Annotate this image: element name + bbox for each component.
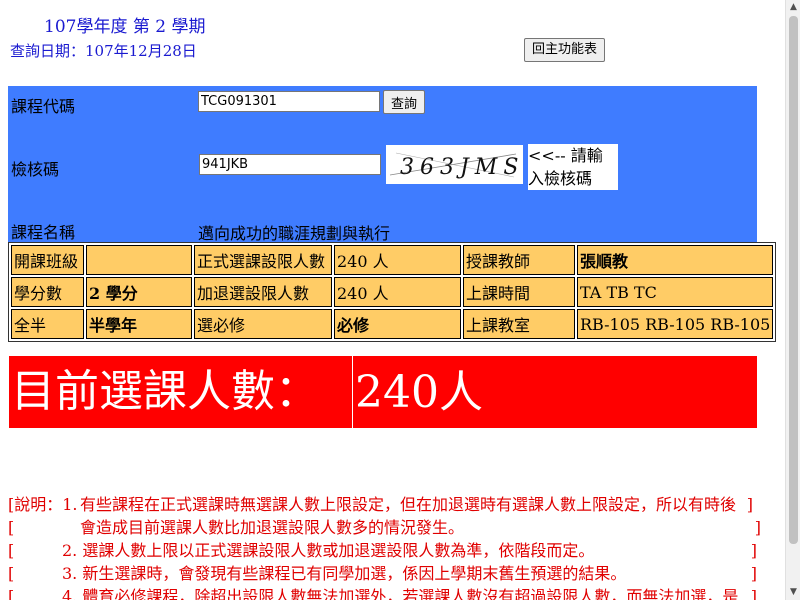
table-row: 開課班級 正式選課設限人數 240 人 授課教師 張順教: [11, 245, 774, 275]
enrollment-count-label: 目前選課人數：: [9, 356, 353, 428]
note-prefix: [: [8, 541, 15, 560]
note-close: ]: [754, 518, 761, 537]
main-menu-button[interactable]: 回主功能表: [524, 38, 605, 62]
notes-section: [說明：1. 有些課程在正式選課時無選課人數上限設定，但在加退選時有選課人數上限…: [8, 493, 763, 600]
add-drop-limit-value: 240 人: [334, 277, 461, 307]
captcha-image: 363JMS: [386, 145, 523, 184]
note-line: [ 會造成目前選課人數比加退選設限人數多的情況發生。 ]: [8, 516, 763, 539]
duration-value: 半學年: [86, 309, 192, 339]
course-name-value: 邁向成功的職涯規劃與執行: [198, 224, 391, 243]
search-panel: 課程代碼 查詢 檢核碼 363JMS <<-- 請輸入檢核碼 課程名稱 邁向成功…: [8, 86, 757, 243]
captcha-text: 363JMS: [400, 155, 523, 180]
classroom-label: 上課教室: [463, 309, 575, 339]
add-drop-limit-label: 加退選設限人數: [194, 277, 332, 307]
formal-limit-value: 240 人: [334, 245, 461, 275]
teacher-label: 授課教師: [463, 245, 575, 275]
note-text: 會造成目前選課人數比加退選設限人數多的情況發生。: [80, 518, 465, 537]
required-elective-label: 選必修: [194, 309, 332, 339]
note-text: 有些課程在正式選課時無選課人數上限設定，但在加退選時有選課人數上限設定，所以有時…: [80, 495, 737, 514]
captcha-input[interactable]: [199, 154, 381, 175]
note-prefix: [: [8, 518, 15, 537]
class-label: 開課班級: [11, 245, 84, 275]
note-prefix: [說明：1.: [8, 495, 78, 514]
query-button[interactable]: 查詢: [383, 90, 425, 114]
note-text: 3. 新生選課時，會發現有些課程已有同學加選，係因上學期末舊生預選的結果。: [62, 564, 627, 583]
scroll-thumb[interactable]: [789, 16, 798, 544]
course-code-input[interactable]: [198, 91, 380, 112]
note-line: [ 3. 新生選課時，會發現有些課程已有同學加選，係因上學期末舊生預選的結果。 …: [8, 562, 763, 585]
credits-value: 2 學分: [86, 277, 192, 307]
query-date: 查詢日期：107年12月28日: [10, 42, 197, 60]
required-elective-value: 必修: [334, 309, 461, 339]
term-title: 107學年度 第 2 學期: [44, 17, 206, 37]
classroom-value: RB-105 RB-105 RB-105: [577, 309, 774, 339]
note-line: [ 2. 選課人數上限以正式選課設限人數或加退選設限人數為準，依階段而定。 ]: [8, 539, 763, 562]
duration-label: 全半: [11, 309, 84, 339]
captcha-label: 檢核碼: [11, 160, 60, 179]
scroll-up-icon[interactable]: ▲: [786, 0, 800, 15]
note-prefix: [: [8, 564, 15, 583]
table-row: 全半 半學年 選必修 必修 上課教室 RB-105 RB-105 RB-105: [11, 309, 774, 339]
teacher-value: 張順教: [577, 245, 774, 275]
course-name-label: 課程名稱: [11, 223, 76, 242]
note-line: [說明：1. 有些課程在正式選課時無選課人數上限設定，但在加退選時有選課人數上限…: [8, 493, 763, 516]
note-line: [ 4. 體育必修課程，除超出設限人數無法加選外，若選課人數沒有超過設限人數，而…: [8, 585, 763, 600]
note-close: ]: [750, 587, 757, 600]
note-close: ]: [746, 495, 753, 514]
note-text: 2. 選課人數上限以正式選課設限人數或加退選設限人數為準，依階段而定。: [62, 541, 595, 560]
class-value: [86, 245, 192, 275]
note-text: 4. 體育必修課程，除超出設限人數無法加選外，若選課人數沒有超過設限人數，而無法…: [62, 587, 739, 600]
course-query-page: 107學年度 第 2 學期 查詢日期：107年12月28日 回主功能表 課程代碼…: [0, 0, 800, 600]
credits-label: 學分數: [11, 277, 84, 307]
table-row: 學分數 2 學分 加退選設限人數 240 人 上課時間 TA TB TC: [11, 277, 774, 307]
note-close: ]: [750, 541, 757, 560]
course-code-label: 課程代碼: [11, 97, 76, 116]
note-prefix: [: [8, 587, 15, 600]
class-time-label: 上課時間: [463, 277, 575, 307]
formal-limit-label: 正式選課設限人數: [194, 245, 332, 275]
captcha-hint: <<-- 請輸入檢核碼: [528, 144, 618, 190]
enrollment-count-value: 240人: [355, 367, 483, 418]
note-close: ]: [750, 564, 757, 583]
course-info-table: 開課班級 正式選課設限人數 240 人 授課教師 張順教 學分數 2 學分 加退…: [8, 242, 777, 342]
class-time-value: TA TB TC: [577, 277, 774, 307]
vertical-scrollbar[interactable]: ▲ ▼: [785, 0, 800, 600]
enrollment-banner: 目前選課人數： 240人: [9, 356, 757, 428]
scroll-down-icon[interactable]: ▼: [786, 585, 800, 600]
